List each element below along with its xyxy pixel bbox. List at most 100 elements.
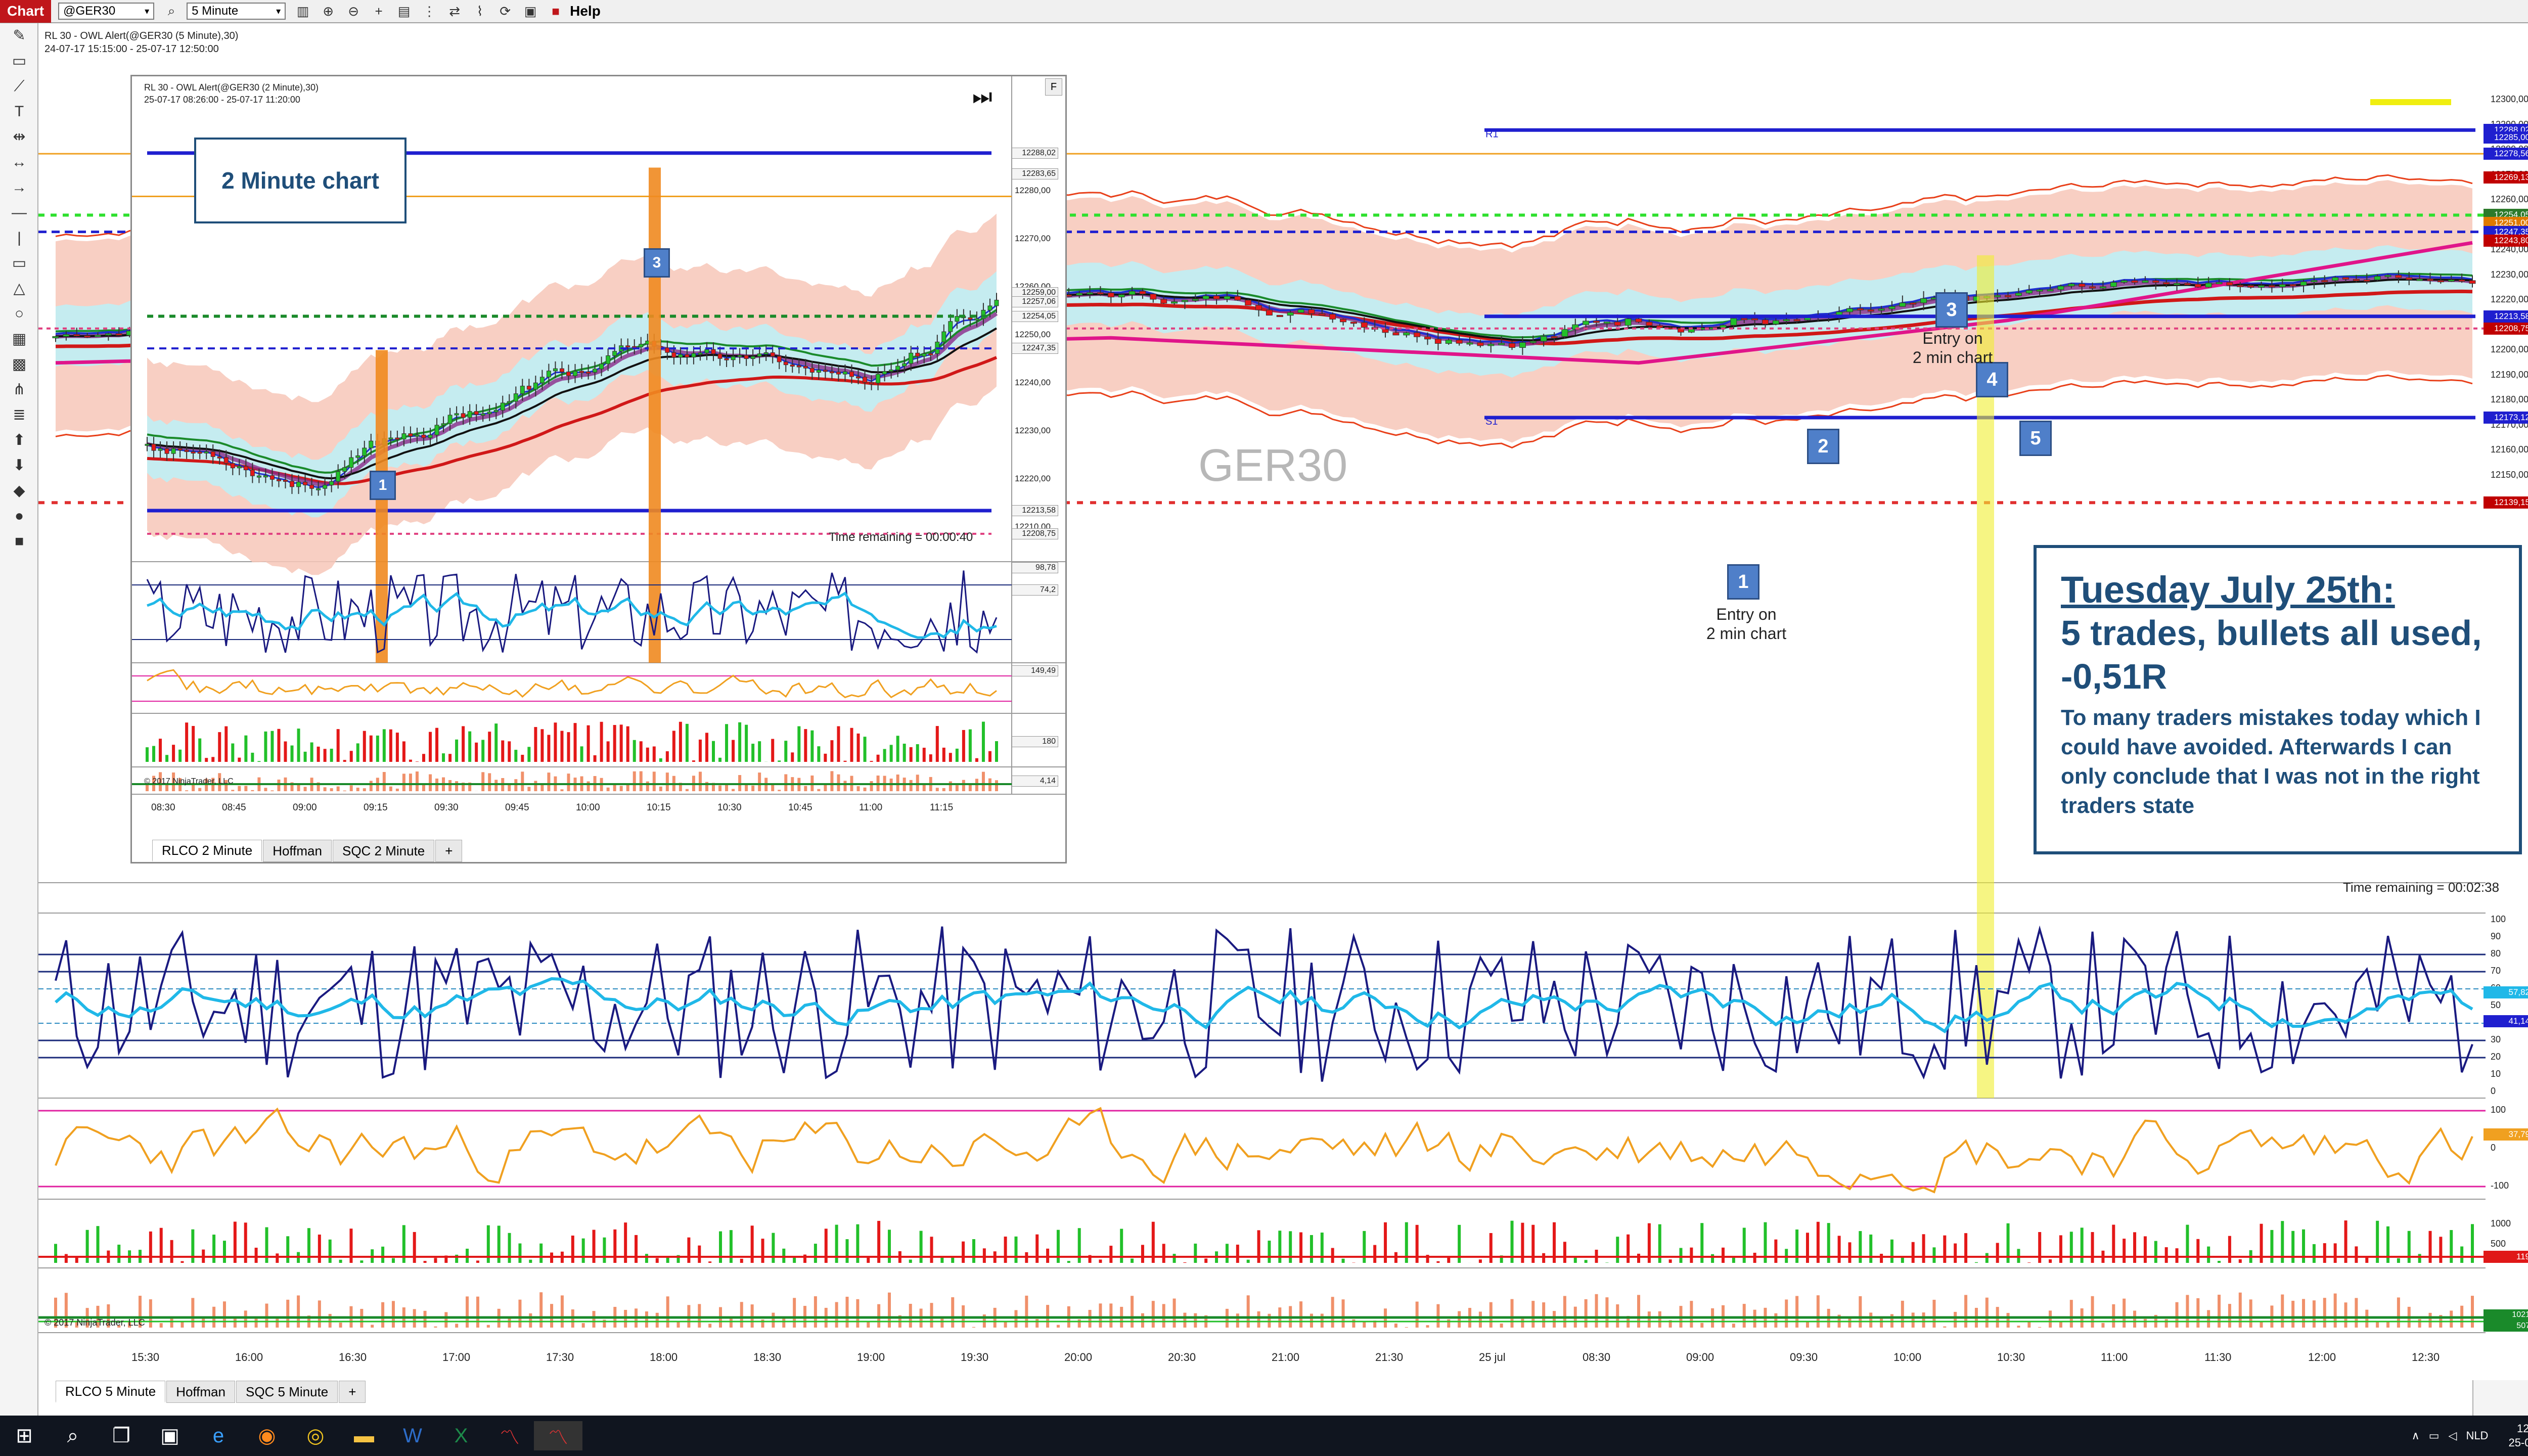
candle-body xyxy=(1720,325,1727,328)
chart-app-tab[interactable]: Chart xyxy=(0,0,52,23)
gann-icon[interactable]: ▩ xyxy=(0,352,38,377)
volume-bar xyxy=(1584,1260,1588,1263)
candle-body xyxy=(2258,285,2265,288)
inset-tab-rlco[interactable]: RLCO 2 Minute xyxy=(152,840,262,862)
instrument-select[interactable]: @GER30 ▾ xyxy=(58,3,155,20)
dot-icon[interactable]: ● xyxy=(0,504,38,529)
square-icon[interactable]: ■ xyxy=(0,529,38,554)
windows-start-icon[interactable]: ⊞ xyxy=(0,1424,49,1447)
excel-icon[interactable]: X xyxy=(437,1425,485,1447)
zoom-in-icon[interactable]: ⊕ xyxy=(320,4,336,19)
diamond-icon[interactable]: ◆ xyxy=(0,478,38,504)
strategies-icon[interactable]: ⇄ xyxy=(446,4,463,19)
inset-candle-body xyxy=(290,481,295,487)
volume2-bar xyxy=(655,1312,659,1328)
tab-rlco-5-minute[interactable]: RLCO 5 Minute xyxy=(56,1381,166,1403)
indicators-icon[interactable]: ⋮ xyxy=(421,4,437,19)
store-icon[interactable]: ▣ xyxy=(146,1424,194,1447)
volume2-bar xyxy=(1141,1313,1144,1328)
pencil-icon[interactable]: ✎ xyxy=(0,23,38,49)
ruler-icon[interactable]: ▭ xyxy=(0,49,38,74)
text-icon[interactable]: T xyxy=(0,99,38,124)
zoom-out-icon[interactable]: ⊖ xyxy=(345,4,362,19)
volume-bar xyxy=(793,1257,796,1263)
float-button[interactable]: F xyxy=(1045,78,1062,96)
inset-candle-body xyxy=(599,363,604,370)
ellipse-icon[interactable]: ○ xyxy=(0,301,38,327)
candle-body xyxy=(52,336,59,338)
inset-volume2-bar xyxy=(633,771,636,791)
add-tab-button[interactable]: + xyxy=(339,1381,366,1403)
interval-select[interactable]: 5 Minute ▾ xyxy=(187,3,286,20)
help-icon[interactable]: ■ xyxy=(548,4,564,19)
inset-volume2-bar xyxy=(363,788,366,791)
line-icon[interactable]: ⇹ xyxy=(0,124,38,150)
vertical-line-icon[interactable]: | xyxy=(0,225,38,251)
tab-sqc-5-minute[interactable]: SQC 5 Minute xyxy=(236,1381,338,1403)
inset-volume-bar xyxy=(442,753,445,762)
rectangle-icon[interactable]: ▭ xyxy=(0,251,38,276)
fib-icon[interactable]: ⟋ xyxy=(0,74,38,99)
regression-icon[interactable]: ≣ xyxy=(0,402,38,428)
search-icon[interactable]: ⌕ xyxy=(49,1425,97,1447)
bar-style-icon[interactable]: ▥ xyxy=(295,4,311,19)
tray-chevron-icon[interactable]: ∧ xyxy=(2412,1429,2420,1442)
volume-bar xyxy=(2049,1259,2052,1263)
jump-to-end-icon[interactable]: ⏭ xyxy=(972,84,992,110)
inset-tab-sqc[interactable]: SQC 2 Minute xyxy=(332,840,435,862)
inset-volume-bar xyxy=(784,741,788,762)
firefox-icon[interactable]: ◉ xyxy=(243,1424,291,1447)
inset-candle-body xyxy=(559,368,564,373)
inset-price-axis-label: 12240,00 xyxy=(1015,378,1051,387)
volume-bar xyxy=(1109,1246,1113,1263)
volume2-bar xyxy=(1236,1313,1239,1328)
trade-icon[interactable]: ▣ xyxy=(522,4,538,19)
word-icon[interactable]: W xyxy=(388,1425,437,1447)
inset-candle-body xyxy=(256,475,261,478)
clock-time: 12:47 xyxy=(2516,1422,2528,1435)
inset-volume-bar xyxy=(514,750,518,762)
arrow-down-icon[interactable]: ⬇ xyxy=(0,453,38,478)
taskbar-clock[interactable]: 12:47 25-07-17 xyxy=(2508,1422,2528,1450)
ninjatrader-icon[interactable]: 〽 xyxy=(485,1421,534,1450)
inset-header: RL 30 - OWL Alert(@GER30 (2 Minute),30) … xyxy=(144,81,319,106)
tab-hoffman[interactable]: Hoffman xyxy=(166,1381,235,1403)
inset-volume-bar xyxy=(922,748,926,762)
ray-icon[interactable]: ↔ xyxy=(0,150,38,175)
triangle-icon[interactable]: △ xyxy=(0,276,38,301)
search-icon[interactable]: ⌕ xyxy=(163,3,179,19)
help-menu[interactable]: Help xyxy=(570,3,601,19)
horizontal-line-icon[interactable]: — xyxy=(0,200,38,225)
inset-trade-bar-3 xyxy=(649,167,661,663)
volume2-bar xyxy=(1394,1323,1397,1328)
inset-volume2-bar xyxy=(646,781,649,791)
inset-candle-body xyxy=(737,355,742,357)
inset-volume-bar xyxy=(376,735,379,762)
candle-body xyxy=(1498,343,1505,345)
pitchfork-icon[interactable]: ⋔ xyxy=(0,377,38,402)
inset-volume-bar xyxy=(481,740,485,762)
candle-body xyxy=(1097,292,1104,295)
volume-bar xyxy=(2365,1257,2369,1263)
volume-icon[interactable]: ◁ xyxy=(2449,1429,2457,1442)
explorer-icon[interactable]: ▬ xyxy=(340,1425,388,1447)
task-view-icon[interactable]: ❐ xyxy=(97,1424,146,1447)
chrome-icon[interactable]: ◎ xyxy=(291,1424,340,1447)
crosshair-icon[interactable]: + xyxy=(371,4,387,19)
extended-line-icon[interactable]: → xyxy=(0,175,38,200)
ninjatrader-active-icon[interactable]: 〽 xyxy=(534,1421,582,1450)
region-icon[interactable]: ▦ xyxy=(0,327,38,352)
language-indicator[interactable]: NLD xyxy=(2466,1429,2488,1442)
refresh-icon[interactable]: ⟳ xyxy=(497,4,513,19)
candle-body xyxy=(1910,302,1917,305)
drawing-tools-icon[interactable]: ⌇ xyxy=(472,4,488,19)
volume2-bar xyxy=(2218,1294,2221,1328)
volume-bar xyxy=(508,1233,511,1263)
network-icon[interactable]: ▭ xyxy=(2429,1429,2440,1442)
inset-add-tab-button[interactable]: + xyxy=(435,840,463,862)
properties-icon[interactable]: ▤ xyxy=(396,4,412,19)
edge-icon[interactable]: e xyxy=(194,1425,243,1447)
volume2-bar xyxy=(455,1324,459,1328)
arrow-up-icon[interactable]: ⬆ xyxy=(0,428,38,453)
inset-tab-hoffman[interactable]: Hoffman xyxy=(263,840,332,862)
